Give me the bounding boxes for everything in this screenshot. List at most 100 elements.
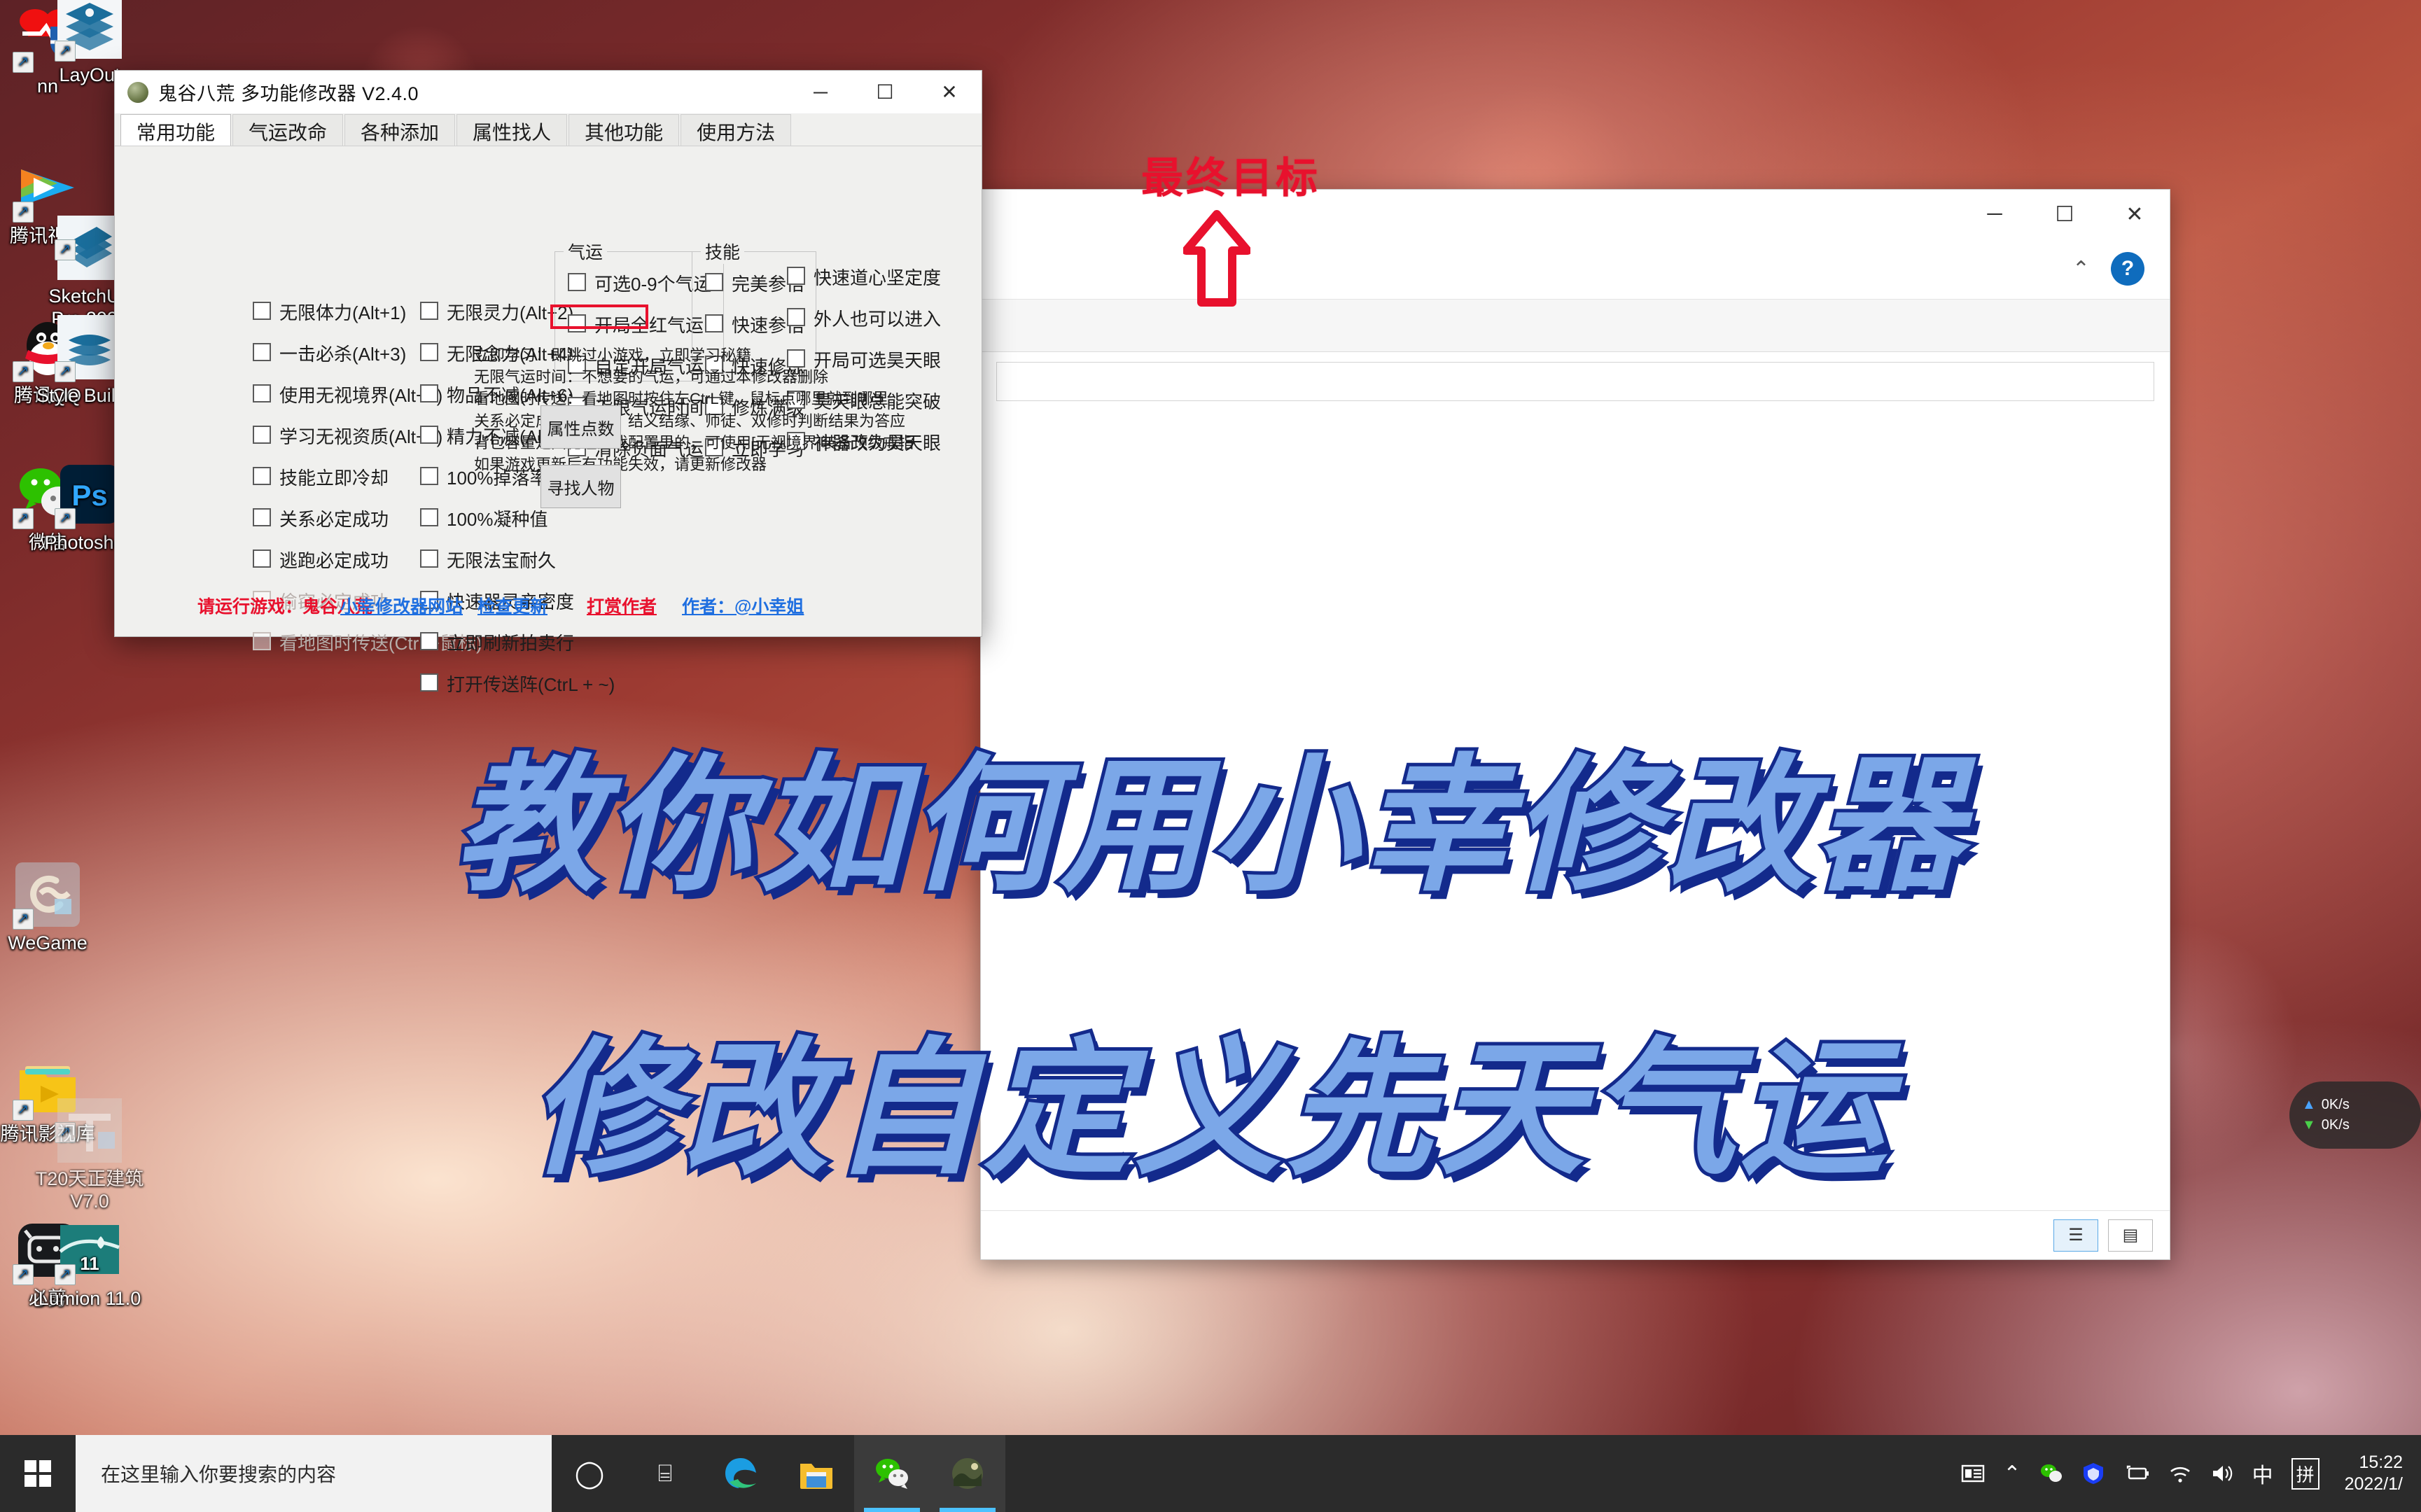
- modifier-window[interactable]: 鬼谷八荒 多功能修改器 V2.4.0 ─ ☐ ✕ 常用功能 气运改命 各种添加 …: [114, 70, 982, 695]
- checkbox-box[interactable]: [420, 550, 438, 568]
- checkbox-box[interactable]: [420, 467, 438, 485]
- ime-pinyin-icon[interactable]: 拼: [2291, 1457, 2319, 1490]
- checkbox-infinite-treasure-durability[interactable]: 无限法宝耐久: [420, 547, 615, 573]
- close-button[interactable]: ✕: [917, 71, 982, 114]
- checkbox-box[interactable]: [253, 302, 271, 320]
- wechat-tray-icon[interactable]: [2039, 1462, 2063, 1485]
- maximize-icon[interactable]: ☐: [2030, 190, 2100, 239]
- style-builder-icon: ↗: [55, 315, 122, 382]
- checkbox-label: 学习无视资质(Alt+9): [279, 426, 443, 447]
- task-view-icon[interactable]: ⌸: [627, 1435, 703, 1512]
- checkbox-box[interactable]: [420, 343, 438, 361]
- attribute-points-button[interactable]: 属性点数: [540, 405, 621, 449]
- checkbox-box[interactable]: [705, 273, 723, 291]
- footer-links: 请运行游戏：鬼谷八荒 小幸修改器网站 检查更新 打赏作者 作者：@小幸姐: [115, 593, 982, 621]
- minimize-button[interactable]: ─: [788, 71, 853, 114]
- ime-cn-icon[interactable]: 中: [2252, 1458, 2273, 1489]
- search-input[interactable]: 在这里输入你要搜索的内容: [76, 1435, 552, 1512]
- taskbar: 在这里输入你要搜索的内容 ◯ ⌸ ⌃ 中 拼 15:22 2022/1/: [0, 1435, 2421, 1512]
- taskbar-explorer-icon[interactable]: [779, 1435, 854, 1512]
- taskbar-game-icon[interactable]: [930, 1435, 1005, 1512]
- volume-icon[interactable]: [2210, 1463, 2234, 1484]
- svg-text:11: 11: [80, 1253, 99, 1274]
- system-tray: ⌃ 中 拼 15:22 2022/1/: [1961, 1452, 2421, 1496]
- checkbox-100-condense-value[interactable]: 100%凝种值: [420, 505, 615, 531]
- checkbox-label: 打开传送阵(CtrL + ~): [447, 674, 615, 695]
- taskbar-wechat-icon[interactable]: [854, 1435, 930, 1512]
- checkbox-box[interactable]: [253, 343, 271, 361]
- clock-time: 15:22: [2359, 1452, 2403, 1472]
- checkbox-box[interactable]: [420, 673, 438, 692]
- checkbox-label: 快速道心坚定度: [814, 267, 942, 288]
- window-title: 鬼谷八荒 多功能修改器 V2.4.0: [158, 83, 419, 104]
- checkbox-label: 使用无视境界(Alt+0): [279, 385, 443, 406]
- checkbox-label: 技能立即冷却: [279, 468, 389, 489]
- checkbox-box[interactable]: [420, 426, 438, 444]
- checkbox-box[interactable]: [253, 467, 271, 485]
- checkbox-box[interactable]: [420, 632, 438, 650]
- checkbox-box[interactable]: [705, 314, 723, 332]
- view-thumbnails-icon[interactable]: ▤: [2108, 1219, 2153, 1252]
- close-icon[interactable]: ✕: [2100, 190, 2170, 239]
- checkbox-box[interactable]: [253, 632, 271, 650]
- window-controls: ─ ☐ ✕: [788, 71, 982, 114]
- shortcut-arrow-icon: ↗: [55, 361, 76, 382]
- donate-link[interactable]: 打赏作者: [587, 593, 657, 618]
- author-link[interactable]: 作者：@小幸姐: [682, 593, 804, 618]
- checkbox-fast-dao-heart[interactable]: 快速道心坚定度: [787, 264, 941, 290]
- tab-attributes-find[interactable]: 属性找人: [456, 114, 568, 146]
- svg-text:Ps: Ps: [71, 479, 107, 512]
- find-character-button[interactable]: 寻找人物: [540, 465, 621, 508]
- view-details-icon[interactable]: ☰: [2053, 1219, 2098, 1252]
- help-icon[interactable]: ?: [2111, 252, 2144, 286]
- clock-date: 2022/1/: [2344, 1474, 2403, 1494]
- checkbox-open-teleport-array[interactable]: 打开传送阵(CtrL + ~): [420, 671, 615, 696]
- video-caption-line-2: 修改自定义先天气运: [526, 1023, 1891, 1195]
- maximize-button[interactable]: ☐: [853, 71, 917, 114]
- checkbox-box[interactable]: [420, 508, 438, 526]
- tab-qiyun-change-fate[interactable]: 气运改命: [232, 114, 344, 146]
- wifi-icon[interactable]: [2168, 1463, 2192, 1484]
- shortcut-arrow-icon: ↗: [13, 909, 34, 930]
- minimize-icon[interactable]: ─: [1960, 190, 2030, 239]
- help-line: 立即学习：即跳过小游戏，立即学习秘籍: [474, 346, 752, 364]
- tab-other-functions[interactable]: 其他功能: [568, 114, 680, 146]
- checkbox-label: 无限体力(Alt+1): [279, 302, 407, 323]
- checkbox-select-0-9-qiyun[interactable]: 可选0-9个气运: [568, 270, 712, 296]
- cortana-icon[interactable]: ◯: [552, 1435, 627, 1512]
- checkbox-box[interactable]: [253, 550, 271, 568]
- website-link[interactable]: 小幸修改器网站: [340, 593, 463, 618]
- checkbox-label: 关系必定成功: [279, 509, 389, 530]
- tab-various-additions[interactable]: 各种添加: [344, 114, 456, 146]
- checkbox-box[interactable]: [253, 384, 271, 402]
- tab-common-functions[interactable]: 常用功能: [120, 114, 232, 146]
- battery-icon[interactable]: [2123, 1463, 2150, 1484]
- checkbox-box[interactable]: [420, 384, 438, 402]
- checkbox-box[interactable]: [253, 508, 271, 526]
- checkbox-refresh-auction[interactable]: 立即刷新拍卖行: [420, 629, 615, 655]
- news-icon[interactable]: [1961, 1462, 1985, 1485]
- taskbar-edge-icon[interactable]: [703, 1435, 779, 1512]
- tab-usage[interactable]: 使用方法: [681, 114, 792, 146]
- checkbox-outsiders-can-enter[interactable]: 外人也可以进入: [787, 305, 941, 331]
- check-update-link[interactable]: 检查更新: [477, 593, 547, 618]
- checkbox-box[interactable]: [253, 426, 271, 444]
- checkbox-box[interactable]: [787, 308, 805, 326]
- checkbox-box[interactable]: [787, 267, 805, 285]
- shortcut-arrow-icon: ↗: [55, 1264, 76, 1285]
- chevron-up-icon[interactable]: ⌃: [2003, 1462, 2021, 1486]
- tencent-shield-icon[interactable]: [2081, 1462, 2105, 1485]
- photoshop-icon: Ps ↗: [55, 462, 122, 529]
- desktop-icon-lumion[interactable]: 11 ↗ Lumion 11.0: [31, 1218, 148, 1310]
- sketchup-icon: ↗: [55, 193, 122, 280]
- checkbox-box[interactable]: [420, 302, 438, 320]
- tab-strip: 常用功能 气运改命 各种添加 属性找人 其他功能 使用方法: [115, 114, 982, 146]
- checkbox-box[interactable]: [568, 273, 586, 291]
- checkbox-box[interactable]: [568, 314, 586, 332]
- checkbox-all-red-qiyun-start[interactable]: 开局全红气运: [568, 312, 712, 337]
- address-bar[interactable]: [996, 362, 2154, 401]
- chevron-up-icon[interactable]: ⌃: [2072, 257, 2090, 281]
- start-button[interactable]: [0, 1435, 76, 1512]
- checkbox-label: 逃跑必定成功: [279, 550, 389, 571]
- clock[interactable]: 15:22 2022/1/: [2338, 1452, 2403, 1496]
